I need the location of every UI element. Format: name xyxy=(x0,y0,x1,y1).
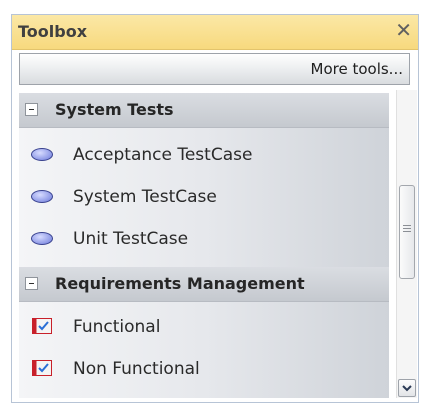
more-tools-label: More tools... xyxy=(310,60,403,78)
item-label: Non Functional xyxy=(73,359,200,379)
toolbox-panel: System Tests Acceptance TestCase System … xyxy=(19,93,389,398)
more-tools-button[interactable]: More tools... xyxy=(19,53,410,85)
item-label: Unit TestCase xyxy=(73,229,189,249)
grip-line xyxy=(403,225,411,226)
collapse-icon[interactable] xyxy=(25,277,38,290)
toolbox-item-acceptance-testcase[interactable]: Acceptance TestCase xyxy=(19,135,389,175)
category-header-requirements-management[interactable]: Requirements Management xyxy=(19,267,389,302)
item-label: Functional xyxy=(73,317,161,337)
scrollbar-thumb[interactable] xyxy=(399,185,415,279)
vertical-scrollbar[interactable] xyxy=(396,90,417,398)
toolbox-item-non-functional[interactable]: Non Functional xyxy=(19,349,389,389)
collapse-icon[interactable] xyxy=(25,103,38,116)
item-label: Acceptance TestCase xyxy=(73,145,253,165)
grip-line xyxy=(403,228,411,229)
scroll-down-button[interactable] xyxy=(398,379,416,397)
use-case-oval-icon xyxy=(31,190,53,203)
toolbox-item-unit-testcase[interactable]: Unit TestCase xyxy=(19,219,389,259)
toolbox-titlebar[interactable]: Toolbox ✕ xyxy=(12,15,418,50)
use-case-oval-icon xyxy=(31,232,53,245)
category-label: Requirements Management xyxy=(55,274,305,293)
toolbox-window: Toolbox ✕ More tools... System Tests Acc… xyxy=(11,14,419,403)
requirement-check-icon xyxy=(32,360,52,376)
toolbox-title: Toolbox xyxy=(18,22,88,41)
requirement-check-icon xyxy=(32,318,52,334)
chevron-down-icon xyxy=(402,385,412,392)
category-label: System Tests xyxy=(55,100,174,119)
item-label: System TestCase xyxy=(73,187,217,207)
use-case-oval-icon xyxy=(31,148,53,161)
toolbox-item-functional[interactable]: Functional xyxy=(19,307,389,347)
grip-line xyxy=(403,231,411,232)
category-header-system-tests[interactable]: System Tests xyxy=(19,93,389,128)
close-icon[interactable]: ✕ xyxy=(395,20,412,40)
toolbox-item-system-testcase[interactable]: System TestCase xyxy=(19,177,389,217)
